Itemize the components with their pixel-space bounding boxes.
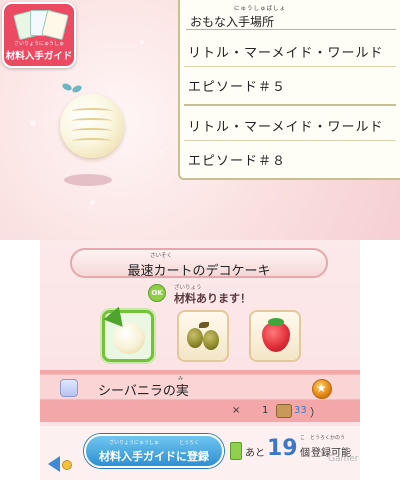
star-medal-icon: ★ [312,379,332,399]
register-button-label: 材料入手ガイドに登録 [99,450,209,463]
strawberry-icon [262,322,290,352]
nuts-icon [187,328,203,348]
guide-badge-label: 材料入手ガイド [5,51,73,62]
location-header: にゅうしゅばしょ おもな入手場所 [186,2,396,30]
location-world: リトル・マーメイド・ワールド [188,46,384,61]
quantity-required: 1 [262,405,269,416]
bottom-screen: さいそく 最速カートのデコケーキ OK ざいりょう 材料あります！ み シーバニ… [40,240,360,480]
materials-available-text: 材料あります！ [174,292,251,305]
material-slot-nuts[interactable] [177,310,229,362]
paren-close: ） [310,406,321,419]
register-guide-button[interactable]: ざいりょうにゅうしゅ とうろく 材料入手ガイドに登録 [84,434,224,468]
sparkle [90,200,95,205]
top-screen: さいりょうにゅうしゅ 材料入手ガイド にゅうしゅばしょ おもな入手場所 リトル・… [0,0,400,240]
selected-item-panel: み シーバニラの実 ★ × 1 （ 33 ） [40,370,360,422]
location-episode: エピソード＃８ [188,154,287,169]
guide-badge-ruby: さいりょうにゅうしゅ [13,41,64,47]
decocake-ball-icon [60,94,124,158]
footer: ざいりょうにゅうしゅ とうろく 材料入手ガイドに登録 あと 19 こ とうろくか… [40,426,360,480]
recipe-title-bar: さいそく 最速カートのデコケーキ [70,248,328,279]
divider [184,66,396,67]
divider [184,104,396,106]
nuts-icon [203,330,219,350]
back-button[interactable] [48,454,76,474]
location-world: リトル・マーメイド・ワールド [188,120,384,135]
remaining-ruby: こ とうろくかのう [300,435,346,441]
back-arrow-icon [48,456,60,472]
sparkle [140,40,144,44]
sparkle [30,120,36,126]
shell-icon [60,379,78,397]
ok-badge: OK [148,284,166,302]
remaining-unit: 個 [300,448,310,459]
recipe-title-ruby: さいそく [150,253,173,259]
material-guide-badge: さいりょうにゅうしゅ 材料入手ガイド [2,2,76,68]
material-slot-vanilla[interactable] [102,306,154,362]
quantity-owned: 33 [294,405,307,416]
watermark: Gamer [328,454,359,464]
location-panel: にゅうしゅばしょ おもな入手場所 リトル・マーメイド・ワールド エピソード＃５ … [178,0,400,180]
divider [184,140,396,141]
location-title: おもな入手場所 [190,15,275,29]
remaining-count: 19 [267,436,298,461]
recipe-title: 最速カートのデコケーキ [127,264,271,279]
quantity-times: × [232,405,241,416]
location-episode: エピソード＃５ [188,80,287,95]
leaf-shape [199,322,209,328]
register-button-ruby: ざいりょうにゅうしゅ とうろく [108,440,199,446]
button-b-icon [62,460,72,470]
slot-counter-icon [230,442,242,460]
remaining-prefix: あと [245,448,265,459]
bag-icon [276,404,292,418]
guide-cards-icon [13,9,69,41]
item-name: シーバニラの実 [98,384,189,399]
item-shadow [64,174,112,186]
strawberry-leaf [268,318,284,326]
sparkle [160,150,163,153]
material-slot-strawberry[interactable] [249,310,301,362]
location-title-ruby: にゅうしゅばしょ [234,6,287,12]
selected-item-row: み シーバニラの実 ★ [40,374,360,400]
